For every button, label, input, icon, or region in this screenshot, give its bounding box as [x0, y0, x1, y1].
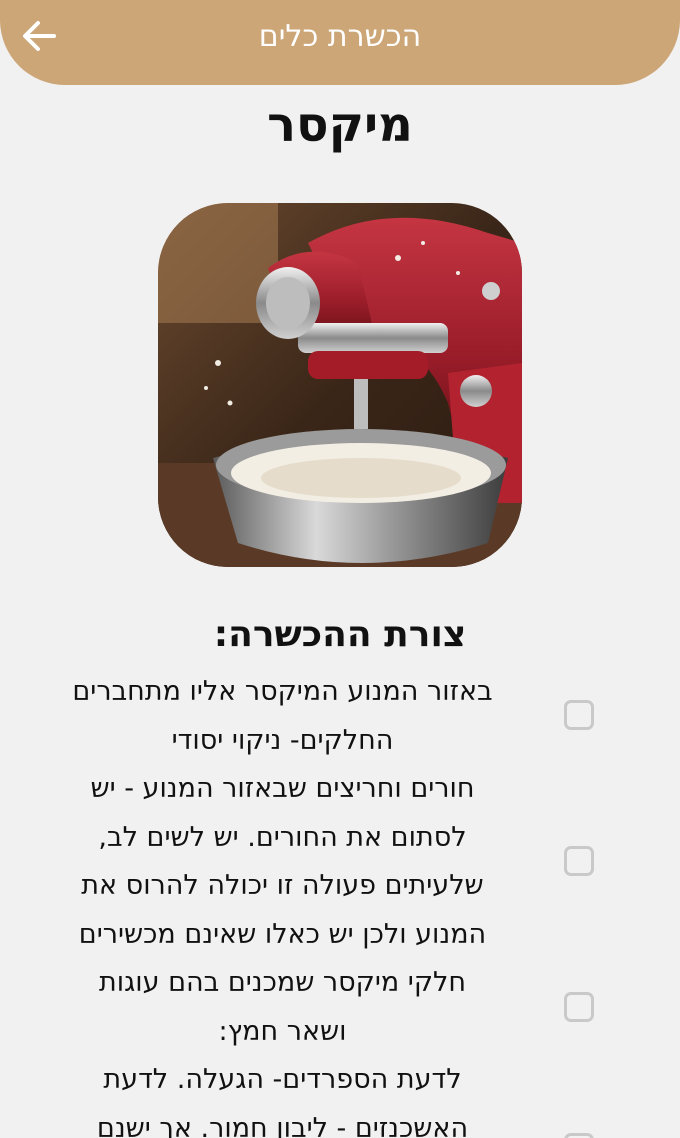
checklist-checkbox[interactable] — [564, 700, 594, 730]
page-title: מיקסר — [267, 97, 413, 153]
checklist-checkbox[interactable] — [564, 992, 594, 1022]
checklist-item-text: חלקי מיקסר שמכנים בהם עוגות ושאר חמץ: לד… — [96, 967, 469, 1138]
mixer-image — [158, 203, 522, 567]
checklist-item-text: חורים וחריצים שבאזור המנוע - יש לסתום את… — [78, 773, 487, 950]
checklist-checkbox[interactable] — [564, 846, 594, 876]
checklist-item-text: באזור המנוע המיקסר אליו מתחברים החלקים- … — [72, 676, 493, 756]
header-title: הכשרת כלים — [258, 19, 422, 54]
header-bar: הכשרת כלים — [0, 0, 680, 85]
section-title: צורת ההכשרה: — [213, 614, 467, 655]
checklist-checkbox[interactable] — [564, 1133, 594, 1138]
